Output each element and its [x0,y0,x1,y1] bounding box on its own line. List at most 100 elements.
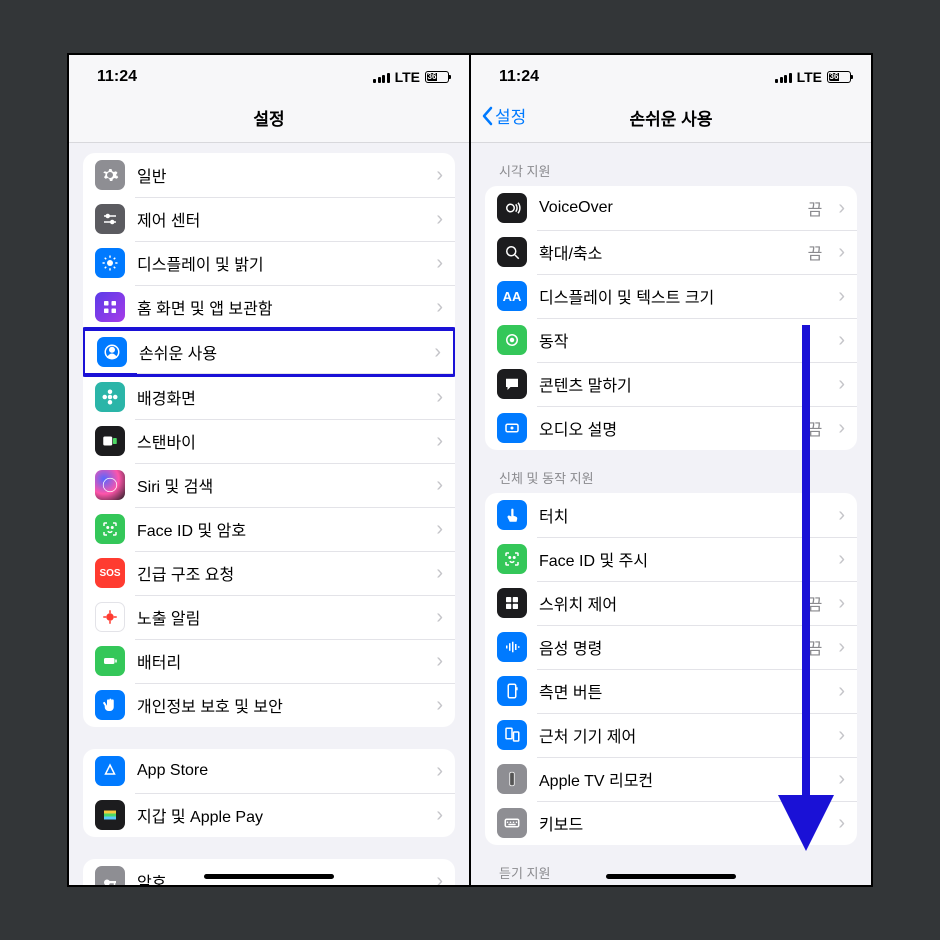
section-header: 시각 지원 [485,143,857,186]
battery-icon [95,646,125,676]
row-label: 디스플레이 및 밝기 [137,251,420,275]
row-keyboard[interactable]: 키보드 › [485,801,857,845]
row-value: 끔 [808,196,823,220]
chevron-right-icon: › [838,241,845,264]
keyboard-icon [497,808,527,838]
row-faceatt[interactable]: Face ID 및 주시› [485,537,857,581]
voiceover-icon [497,193,527,223]
row-battery[interactable]: 배터리› [83,639,455,683]
status-time: 11:24 [499,68,539,86]
battery-icon: 36 [425,71,449,83]
carrier-label: LTE [797,69,822,85]
sos-icon: SOS [95,558,125,588]
row-value: 끔 [808,635,823,659]
row-standby[interactable]: 스탠바이› [83,419,455,463]
row-value: 끔 [808,591,823,615]
row-sos[interactable]: SOS 긴급 구조 요청 › [83,551,455,595]
row-label: 근처 기기 제어 [539,723,822,747]
row-voiceover[interactable]: VoiceOver끔› [485,186,857,230]
nearby-icon [497,720,527,750]
row-label: 오디오 설명 [539,416,796,440]
row-voicectl[interactable]: 음성 명령 끔 › [485,625,857,669]
home-indicator[interactable] [204,874,334,879]
row-label: 키보드 [539,811,822,835]
textsize-icon: AA [497,281,527,311]
row-label: 긴급 구조 요청 [137,561,420,585]
row-label: 터치 [539,503,822,527]
chevron-right-icon: › [838,504,845,527]
row-nearby[interactable]: 근처 기기 제어 › [485,713,857,757]
row-privacy[interactable]: 개인정보 보호 및 보안› [83,683,455,727]
audiodesc-icon [497,413,527,443]
row-motion[interactable]: 동작› [485,318,857,362]
chevron-right-icon: › [436,562,443,585]
row-label: 일반 [137,163,420,187]
chevron-right-icon: › [838,812,845,835]
faceid-icon [95,514,125,544]
row-exposure[interactable]: 노출 알림› [83,595,455,639]
voicectl-icon [497,632,527,662]
chevron-right-icon: › [838,329,845,352]
row-label: 노출 알림 [137,605,420,629]
row-label: 콘텐츠 말하기 [539,372,822,396]
passwords-icon [95,866,125,885]
row-label: 배경화면 [137,385,420,409]
row-label: Face ID 및 암호 [137,517,420,541]
chevron-right-icon: › [436,164,443,187]
row-wall[interactable]: 배경화면› [83,375,455,419]
chevron-right-icon: › [838,417,845,440]
row-label: Apple TV 리모컨 [539,767,822,791]
chevron-right-icon: › [838,197,845,220]
row-wallet[interactable]: 지갑 및 Apple Pay› [83,793,455,837]
row-faceid[interactable]: Face ID 및 암호 › [83,507,455,551]
row-label: 음성 명령 [539,635,796,659]
standby-icon [95,426,125,456]
row-home[interactable]: 홈 화면 및 앱 보관함› [83,285,455,329]
signal-icon [775,71,792,83]
row-appletv[interactable]: Apple TV 리모컨› [485,757,857,801]
back-button[interactable]: 설정 [481,103,526,128]
status-bar: 11:24 LTE 36 [471,55,871,99]
row-value: 끔 [808,416,823,440]
row-textsize[interactable]: AA디스플레이 및 텍스트 크기› [485,274,857,318]
phone-right-accessibility: 11:24 LTE 36 설정 손쉬운 사용 시각 지원VoiceOver끔›확… [471,55,871,885]
status-time: 11:24 [97,68,137,86]
status-right: LTE 36 [775,69,851,85]
row-speak[interactable]: 콘텐츠 말하기› [485,362,857,406]
settings-group-3: 암호› [83,859,455,885]
row-sidebtn[interactable]: 측면 버튼› [485,669,857,713]
row-passwords[interactable]: 암호› [83,859,455,885]
home-icon [95,292,125,322]
home-indicator[interactable] [606,874,736,879]
row-siri[interactable]: Siri 및 검색› [83,463,455,507]
chevron-right-icon: › [436,252,443,275]
row-label: 확대/축소 [539,240,796,264]
chevron-right-icon: › [838,636,845,659]
chevron-right-icon: › [838,724,845,747]
row-switch[interactable]: 스위치 제어끔› [485,581,857,625]
speak-icon [497,369,527,399]
row-zoom[interactable]: 확대/축소끔› [485,230,857,274]
touch-icon [497,500,527,530]
faceatt-icon [497,544,527,574]
row-display[interactable]: 디스플레이 및 밝기 › [83,241,455,285]
row-label: 손쉬운 사용 [139,340,418,364]
chevron-right-icon: › [436,650,443,673]
settings-scroll[interactable]: 일반›제어 센터›디스플레이 및 밝기›홈 화면 및 앱 보관함›손쉬운 사용›… [69,143,469,885]
row-access[interactable]: 손쉬운 사용› [83,327,455,377]
chevron-right-icon: › [436,760,443,783]
exposure-icon [95,602,125,632]
row-general[interactable]: 일반 › [83,153,455,197]
wallet-icon [95,800,125,830]
row-appstore[interactable]: App Store › [83,749,455,793]
accessibility-scroll[interactable]: 시각 지원VoiceOver끔›확대/축소끔›AA디스플레이 및 텍스트 크기›… [471,143,871,885]
row-control[interactable]: 제어 센터› [83,197,455,241]
row-touch[interactable]: 터치 › [485,493,857,537]
chevron-right-icon: › [436,518,443,541]
row-audiodesc[interactable]: 오디오 설명 끔 › [485,406,857,450]
wall-icon [95,382,125,412]
sidebtn-icon [497,676,527,706]
switch-icon [497,588,527,618]
status-bar: 11:24 LTE 36 [69,55,469,99]
row-label: App Store [137,762,420,780]
